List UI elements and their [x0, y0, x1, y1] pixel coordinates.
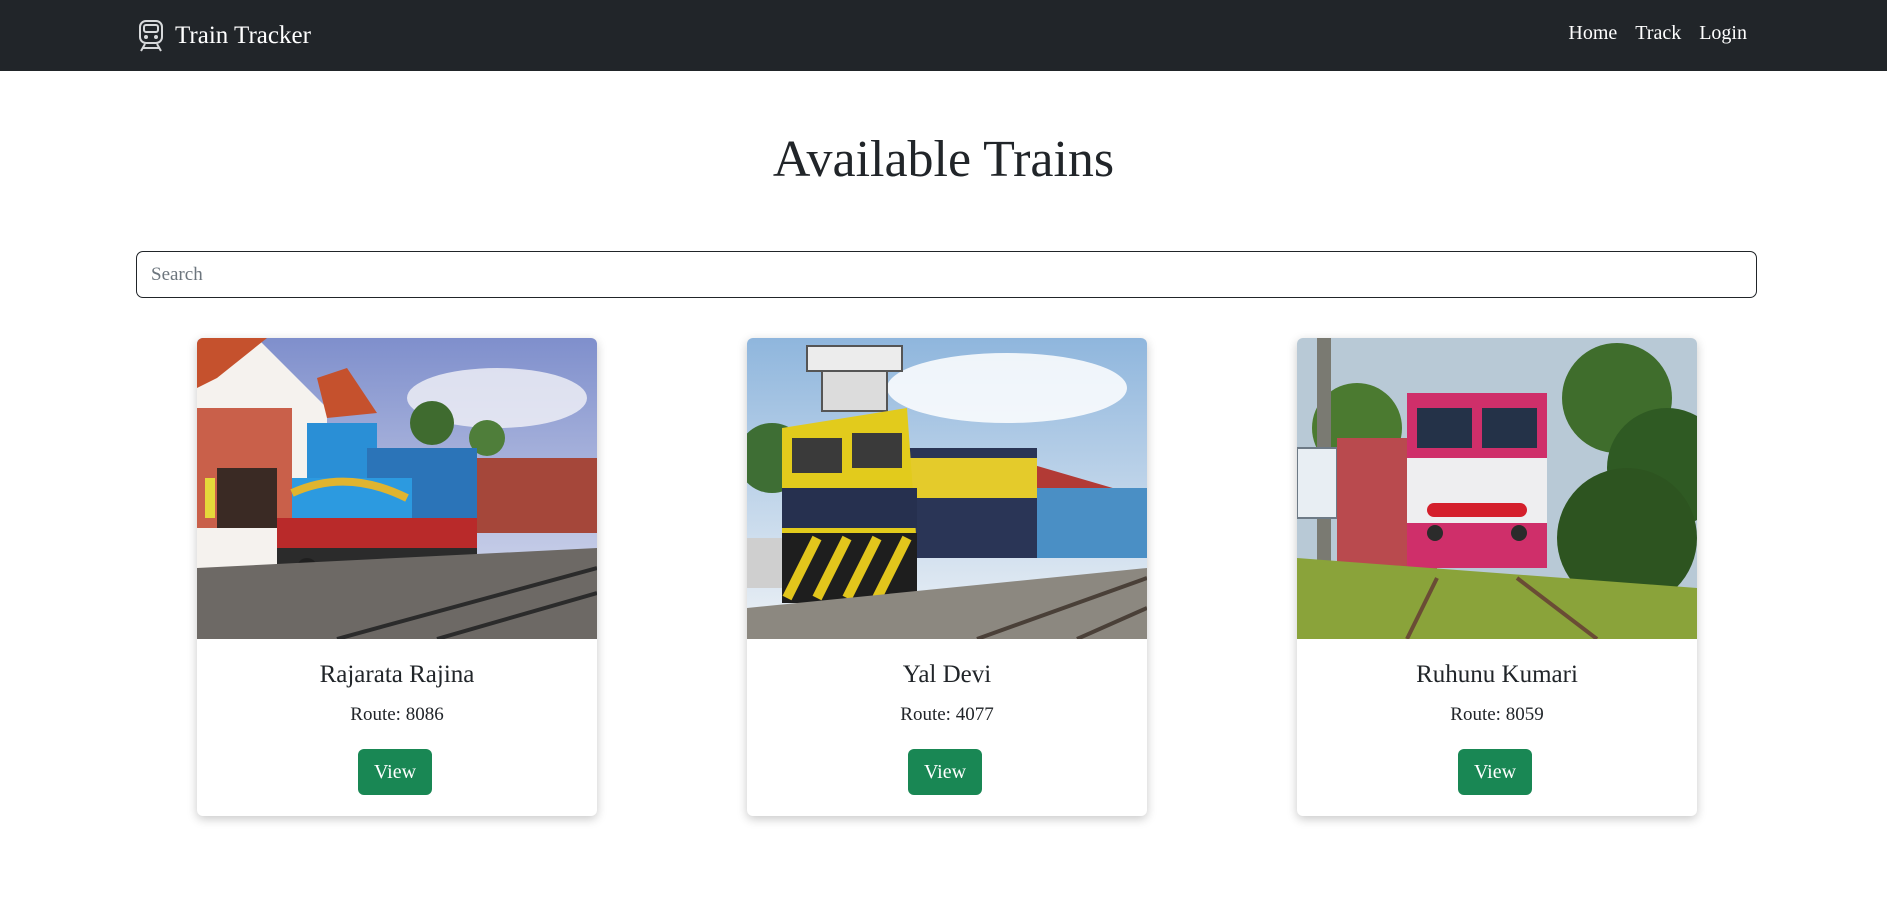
train-card-yal-devi: Yal Devi Route: 4077 View: [747, 338, 1147, 816]
train-icon: [139, 20, 163, 52]
train-name: Ruhunu Kumari: [1416, 661, 1578, 688]
nav-link-home[interactable]: Home: [1568, 22, 1617, 45]
navbar: Train Tracker Home Track Login: [0, 0, 1887, 71]
nav-link-track[interactable]: Track: [1635, 22, 1681, 45]
train-route: Route: 4077: [900, 704, 994, 725]
train-route: Route: 8059: [1450, 704, 1544, 725]
train-card-rajarata-rajina: Rajarata Rajina Route: 8086 View: [197, 338, 597, 816]
page-title: Available Trains: [772, 131, 1115, 188]
train-image: [1297, 338, 1697, 639]
view-button[interactable]: View: [1458, 749, 1532, 795]
brand-text: Train Tracker: [175, 22, 311, 49]
train-card-ruhunu-kumari: Ruhunu Kumari Route: 8059 View: [1297, 338, 1697, 816]
nav-links: Home Track Login: [1568, 22, 1747, 45]
train-name: Rajarata Rajina: [319, 661, 475, 688]
train-image: [197, 338, 597, 639]
train-image: [747, 338, 1147, 639]
view-button[interactable]: View: [358, 749, 432, 795]
nav-link-login[interactable]: Login: [1699, 22, 1747, 45]
view-button[interactable]: View: [908, 749, 982, 795]
brand-link[interactable]: Train Tracker: [137, 18, 311, 54]
train-name: Yal Devi: [902, 661, 992, 688]
search-input[interactable]: [136, 251, 1757, 298]
train-route: Route: 8086: [350, 704, 444, 725]
